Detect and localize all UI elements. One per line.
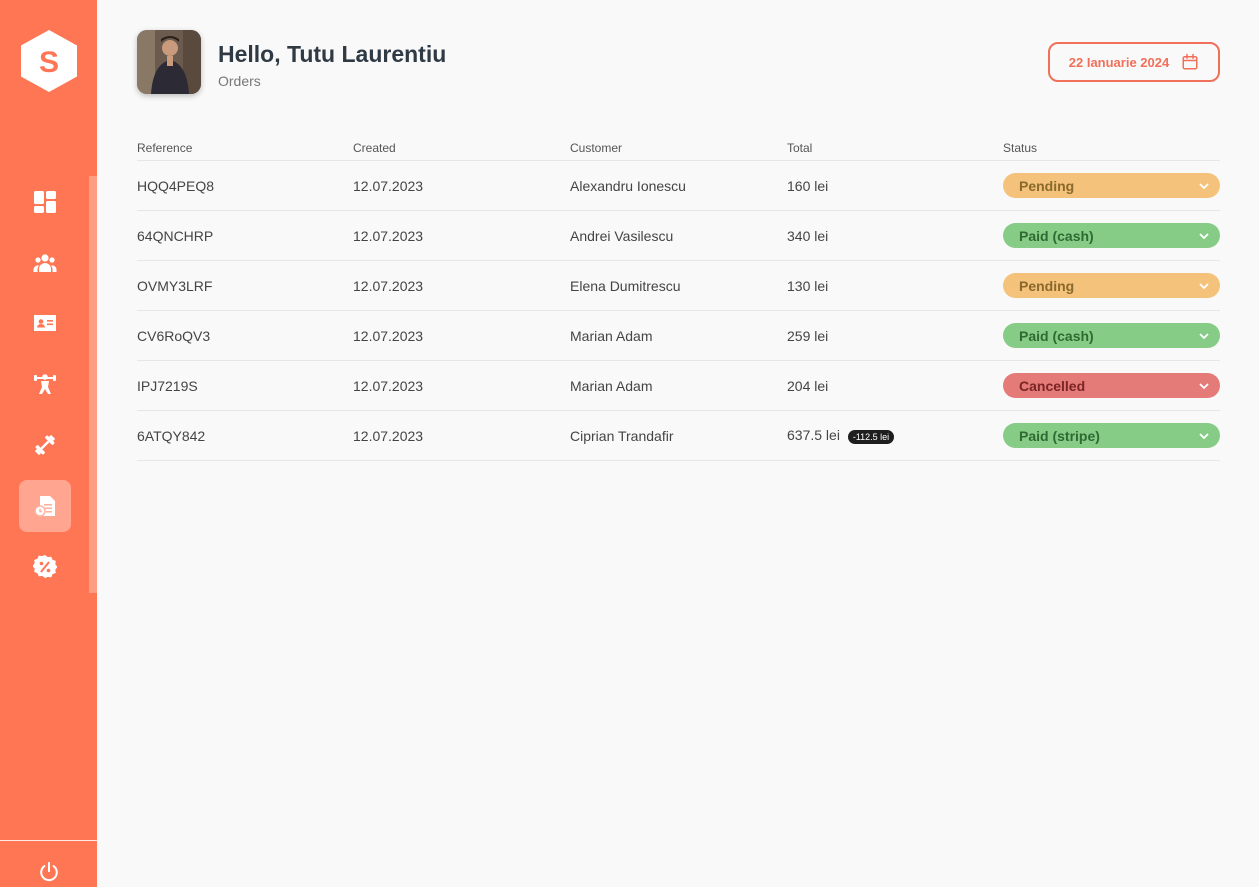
order-total: 130 lei [787, 278, 1003, 294]
order-customer: Elena Dumitrescu [570, 277, 681, 294]
table-row[interactable]: CV6RoQV3 12.07.2023 Marian Adam 259 lei … [137, 311, 1220, 361]
order-customer: Alexandru Ionescu [570, 177, 686, 194]
order-total-value: 160 lei [787, 177, 829, 194]
date-label: 22 Ianuarie 2024 [1068, 54, 1170, 70]
order-reference: HQQ4PEQ8 [137, 177, 215, 194]
date-picker-button[interactable]: 22 Ianuarie 2024 [1048, 42, 1220, 82]
order-created: 12.07.2023 [353, 377, 424, 394]
sidebar-item-dashboard[interactable] [19, 176, 71, 228]
status-select[interactable]: Paid (cash) [1003, 323, 1220, 348]
order-total-value: 204 lei [787, 377, 829, 394]
chevron-down-icon [1199, 282, 1209, 289]
order-created: 12.07.2023 [353, 177, 424, 194]
status-select[interactable]: Cancelled [1003, 373, 1220, 398]
chevron-down-icon [1199, 332, 1209, 339]
sidebar-item-orders[interactable] [19, 480, 71, 532]
order-customer: Ciprian Trandafir [570, 427, 674, 444]
status-select[interactable]: Paid (stripe) [1003, 423, 1220, 448]
calendar-icon [1182, 53, 1198, 70]
table-row[interactable]: 64QNCHRP 12.07.2023 Andrei Vasilescu 340… [137, 211, 1220, 261]
status-select[interactable]: Pending [1003, 273, 1220, 298]
sidebar-item-equipment[interactable] [19, 419, 71, 471]
sidebar: S [0, 0, 97, 887]
order-total: 204 lei [787, 378, 1003, 394]
sidebar-divider [0, 840, 97, 841]
status-label: Paid (cash) [1019, 327, 1094, 344]
sidebar-scrollbar[interactable] [89, 176, 97, 593]
avatar[interactable] [137, 30, 201, 94]
order-total: 340 lei [787, 228, 1003, 244]
discount-icon [33, 555, 57, 579]
users-icon [33, 254, 57, 272]
order-reference: 6ATQY842 [137, 427, 206, 444]
orders-icon [34, 496, 55, 517]
order-total-value: 637.5 lei [787, 427, 840, 444]
order-created: 12.07.2023 [353, 227, 424, 244]
order-total-value: 340 lei [787, 227, 829, 244]
order-customer: Marian Adam [570, 327, 653, 344]
dashboard-icon [34, 191, 56, 213]
chevron-down-icon [1199, 432, 1209, 439]
status-select[interactable]: Paid (cash) [1003, 223, 1220, 248]
column-header-reference[interactable]: Reference [137, 141, 353, 155]
order-total: 160 lei [787, 178, 1003, 194]
logout-button[interactable] [36, 859, 62, 885]
dumbbell-icon [35, 435, 55, 455]
discount-badge: -112.5 lei [847, 429, 895, 444]
chevron-down-icon [1199, 382, 1209, 389]
table-row[interactable]: HQQ4PEQ8 12.07.2023 Alexandru Ionescu 16… [137, 161, 1220, 211]
sidebar-item-trainers[interactable] [19, 358, 71, 410]
page-title: Orders [218, 73, 261, 89]
order-customer: Marian Adam [570, 377, 653, 394]
chevron-down-icon [1199, 232, 1209, 239]
order-created: 12.07.2023 [353, 327, 424, 344]
table-row[interactable]: IPJ7219S 12.07.2023 Marian Adam 204 lei … [137, 361, 1220, 411]
column-header-created[interactable]: Created [353, 141, 570, 155]
order-total-value: 259 lei [787, 327, 829, 344]
order-total-value: 130 lei [787, 277, 829, 294]
table-row[interactable]: OVMY3LRF 12.07.2023 Elena Dumitrescu 130… [137, 261, 1220, 311]
status-label: Pending [1019, 277, 1075, 294]
column-header-total[interactable]: Total [787, 141, 1003, 155]
order-reference: CV6RoQV3 [137, 327, 211, 344]
order-reference: OVMY3LRF [137, 277, 213, 294]
orders-table: Reference Created Customer Total Status … [137, 135, 1220, 461]
column-header-customer[interactable]: Customer [570, 141, 787, 155]
status-label: Paid (stripe) [1019, 427, 1100, 444]
status-select[interactable]: Pending [1003, 173, 1220, 198]
table-header: Reference Created Customer Total Status [137, 135, 1220, 161]
sidebar-item-users[interactable] [19, 237, 71, 289]
chevron-down-icon [1199, 182, 1209, 189]
sidebar-item-discounts[interactable] [19, 541, 71, 593]
power-icon [40, 861, 58, 882]
order-customer: Andrei Vasilescu [570, 227, 674, 244]
id-card-icon [34, 315, 56, 331]
column-header-status[interactable]: Status [1003, 141, 1220, 155]
logo-letter: S [39, 46, 59, 79]
app-logo[interactable]: S [21, 30, 77, 92]
table-row[interactable]: 6ATQY842 12.07.2023 Ciprian Trandafir 63… [137, 411, 1220, 461]
order-reference: 64QNCHRP [137, 227, 214, 244]
trainer-icon [34, 374, 56, 394]
order-created: 12.07.2023 [353, 427, 424, 444]
order-total: 637.5 lei -112.5 lei [787, 427, 1003, 444]
status-label: Paid (cash) [1019, 227, 1094, 244]
status-label: Cancelled [1019, 377, 1086, 394]
order-total: 259 lei [787, 328, 1003, 344]
order-created: 12.07.2023 [353, 277, 424, 294]
page-greeting: Hello, Tutu Laurentiu [218, 41, 447, 67]
status-label: Pending [1019, 177, 1075, 194]
order-reference: IPJ7219S [137, 377, 198, 394]
sidebar-item-members[interactable] [19, 297, 71, 349]
